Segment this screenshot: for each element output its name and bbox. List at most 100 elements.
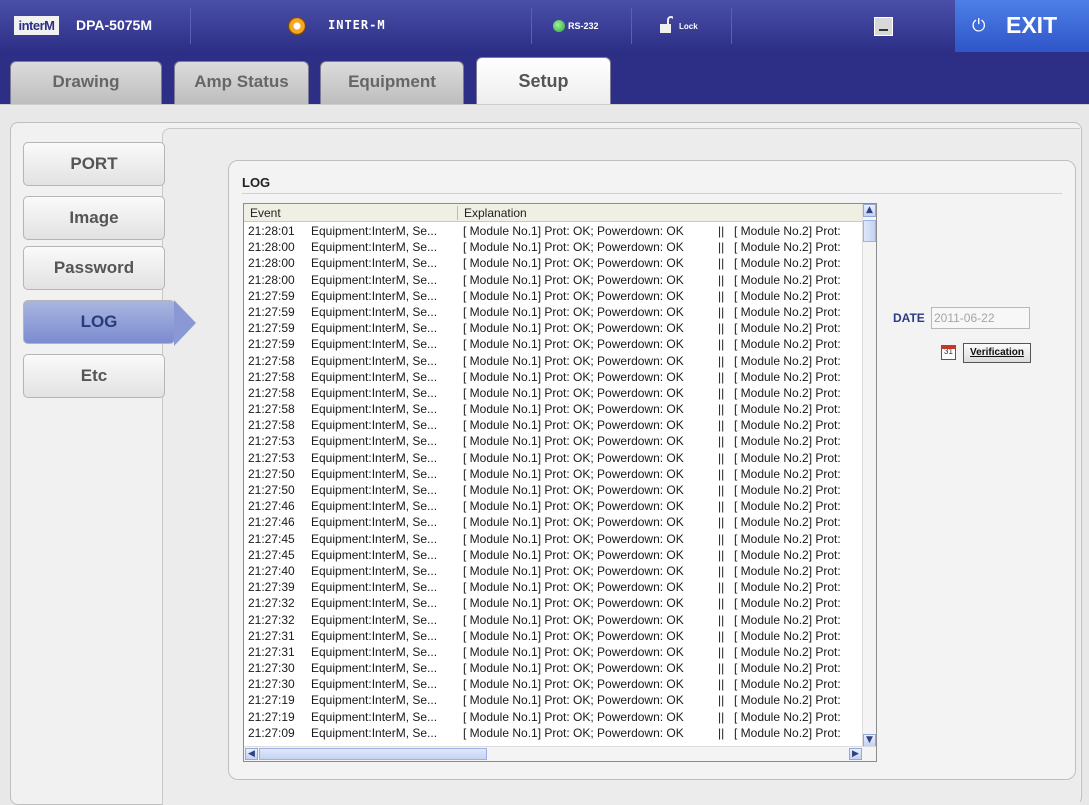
column-header-explanation[interactable]: Explanation <box>464 206 527 220</box>
table-row[interactable]: 21:27:40 Equipment:InterM, Se... [ Module … <box>244 563 864 579</box>
cell-module2: [ Module No.2] Prot: <box>734 224 841 238</box>
cell-time: 21:27:31 <box>248 628 295 643</box>
cell-module2: [ Module No.2] Prot: <box>734 580 841 595</box>
table-row[interactable]: 21:27:45 Equipment:InterM, Se... [ Module … <box>244 547 864 563</box>
cell-equipment: Equipment:InterM, Se... <box>311 304 438 319</box>
cell-separator: || <box>718 628 725 643</box>
cell-time: 21:28:01 <box>248 224 295 238</box>
cell-module2: [ Module No.2] Prot: <box>734 385 841 400</box>
table-row[interactable]: 21:27:45 Equipment:InterM, Se... [ Module … <box>244 531 864 547</box>
table-row[interactable]: 21:27:58 Equipment:InterM, Se... [ Module … <box>244 369 864 385</box>
table-row[interactable]: 21:27:19 Equipment:InterM, Se... [ Module … <box>244 709 864 725</box>
table-row[interactable]: 21:27:31 Equipment:InterM, Se... [ Module … <box>244 644 864 660</box>
divider <box>631 8 632 44</box>
log-title: LOG <box>242 175 271 190</box>
cell-equipment: Equipment:InterM, Se... <box>311 466 438 481</box>
table-row[interactable]: 21:27:31 Equipment:InterM, Se... [ Module … <box>244 628 864 644</box>
table-row[interactable]: 21:27:19 Equipment:InterM, Se... [ Module … <box>244 692 864 708</box>
vertical-scrollbar[interactable]: ▲ ▼ <box>862 204 876 747</box>
cell-separator: || <box>718 466 725 481</box>
table-row[interactable]: 21:27:32 Equipment:InterM, Se... [ Module … <box>244 595 864 611</box>
scroll-right-icon[interactable]: ▶ <box>849 748 862 760</box>
date-field[interactable]: 2011-06-22 <box>931 307 1030 329</box>
cell-time: 21:27:58 <box>248 418 295 433</box>
vertical-scroll-thumb[interactable] <box>863 220 876 242</box>
tab-amp-status[interactable]: Amp Status <box>174 61 309 104</box>
tab-drawing[interactable]: Drawing <box>10 61 162 104</box>
cell-explanation: [ Module No.1] Prot: OK; Powerdown: OK <box>463 677 684 692</box>
table-row[interactable]: 21:27:32 Equipment:InterM, Se... [ Module … <box>244 612 864 628</box>
cell-explanation: [ Module No.1] Prot: OK; Powerdown: OK <box>463 580 684 595</box>
table-row[interactable]: 21:27:30 Equipment:InterM, Se... [ Module … <box>244 660 864 676</box>
sidebar-item-password[interactable]: Password <box>23 246 165 290</box>
cell-explanation: [ Module No.1] Prot: OK; Powerdown: OK <box>463 434 684 449</box>
cell-module2: [ Module No.2] Prot: <box>734 628 841 643</box>
cell-module2: [ Module No.2] Prot: <box>734 369 841 384</box>
table-row[interactable]: 21:27:46 Equipment:InterM, Se... [ Module … <box>244 498 864 514</box>
table-row[interactable]: 21:27:59 Equipment:InterM, Se... [ Module … <box>244 288 864 304</box>
cell-explanation: [ Module No.1] Prot: OK; Powerdown: OK <box>463 272 684 287</box>
cell-module2: [ Module No.2] Prot: <box>734 483 841 497</box>
horizontal-scroll-thumb[interactable] <box>259 748 487 760</box>
table-row[interactable]: 21:28:01 Equipment:InterM, Se... [ Module … <box>244 223 864 239</box>
cell-equipment: Equipment:InterM, Se... <box>311 402 438 417</box>
title-bar <box>0 0 1089 52</box>
table-row[interactable]: 21:27:58 Equipment:InterM, Se... [ Module … <box>244 385 864 401</box>
power-icon[interactable]: ⏻ <box>972 17 990 35</box>
cell-explanation: [ Module No.1] Prot: OK; Powerdown: OK <box>463 369 684 384</box>
cell-equipment: Equipment:InterM, Se... <box>311 725 438 740</box>
table-row[interactable]: 21:27:59 Equipment:InterM, Se... [ Module … <box>244 336 864 352</box>
scroll-left-icon[interactable]: ◀ <box>245 748 258 760</box>
minimize-icon[interactable] <box>874 17 893 36</box>
cell-module2: [ Module No.2] Prot: <box>734 547 841 562</box>
calendar-icon[interactable]: 31 <box>941 345 956 360</box>
cell-module2: [ Module No.2] Prot: <box>734 321 841 336</box>
table-row[interactable]: 21:27:50 Equipment:InterM, Se... [ Module … <box>244 466 864 482</box>
table-row[interactable]: 21:27:53 Equipment:InterM, Se... [ Module … <box>244 450 864 466</box>
table-row[interactable]: 21:27:58 Equipment:InterM, Se... [ Module … <box>244 401 864 417</box>
lock-label[interactable]: Lock <box>679 22 698 31</box>
log-table[interactable]: Event Explanation 21:28:01 Equipment:Inte… <box>243 203 877 762</box>
device-name: INTER-M <box>328 18 386 32</box>
cell-equipment: Equipment:InterM, Se... <box>311 256 438 271</box>
table-row[interactable]: 21:27:59 Equipment:InterM, Se... [ Module … <box>244 304 864 320</box>
sidebar-item-port[interactable]: PORT <box>23 142 165 186</box>
sidebar-item-etc[interactable]: Etc <box>23 354 165 398</box>
table-row[interactable]: 21:27:58 Equipment:InterM, Se... [ Module … <box>244 353 864 369</box>
table-row[interactable]: 21:27:30 Equipment:InterM, Se... [ Module … <box>244 676 864 692</box>
table-row[interactable]: 21:27:50 Equipment:InterM, Se... [ Module … <box>244 482 864 498</box>
divider <box>531 8 532 44</box>
sidebar-item-log[interactable]: LOG <box>23 300 175 344</box>
cell-equipment: Equipment:InterM, Se... <box>311 644 438 659</box>
table-row[interactable]: 21:27:09 Equipment:InterM, Se... [ Module … <box>244 725 864 741</box>
cell-separator: || <box>718 547 725 562</box>
cell-module2: [ Module No.2] Prot: <box>734 450 841 465</box>
exit-label[interactable]: EXIT <box>1006 12 1057 39</box>
column-divider[interactable] <box>457 206 458 220</box>
tab-setup[interactable]: Setup <box>476 57 611 104</box>
cell-separator: || <box>718 450 725 465</box>
cell-time: 21:27:53 <box>248 434 295 449</box>
scroll-up-icon[interactable]: ▲ <box>863 204 876 217</box>
sidebar-item-image[interactable]: Image <box>23 196 165 240</box>
unlock-icon[interactable] <box>659 16 673 34</box>
table-row[interactable]: 21:28:00 Equipment:InterM, Se... [ Module … <box>244 239 864 255</box>
cell-time: 21:27:40 <box>248 563 295 578</box>
table-row[interactable]: 21:27:39 Equipment:InterM, Se... [ Module … <box>244 579 864 595</box>
column-header-event[interactable]: Event <box>250 206 281 220</box>
table-row[interactable]: 21:27:58 Equipment:InterM, Se... [ Module … <box>244 417 864 433</box>
table-row[interactable]: 21:28:00 Equipment:InterM, Se... [ Module … <box>244 272 864 288</box>
cell-equipment: Equipment:InterM, Se... <box>311 547 438 562</box>
table-row[interactable]: 21:28:00 Equipment:InterM, Se... [ Module … <box>244 255 864 271</box>
table-row[interactable]: 21:27:46 Equipment:InterM, Se... [ Module … <box>244 514 864 530</box>
cell-module2: [ Module No.2] Prot: <box>734 466 841 481</box>
cell-explanation: [ Module No.1] Prot: OK; Powerdown: OK <box>463 224 684 238</box>
cell-module2: [ Module No.2] Prot: <box>734 337 841 352</box>
table-row[interactable]: 21:27:59 Equipment:InterM, Se... [ Module … <box>244 320 864 336</box>
table-row[interactable]: 21:27:53 Equipment:InterM, Se... [ Module … <box>244 433 864 449</box>
tab-equipment[interactable]: Equipment <box>320 61 464 104</box>
horizontal-scrollbar[interactable]: ◀ ▶ <box>244 746 876 761</box>
cell-time: 21:27:39 <box>248 580 295 595</box>
cell-explanation: [ Module No.1] Prot: OK; Powerdown: OK <box>463 483 684 497</box>
verification-button[interactable]: Verification <box>963 343 1031 363</box>
